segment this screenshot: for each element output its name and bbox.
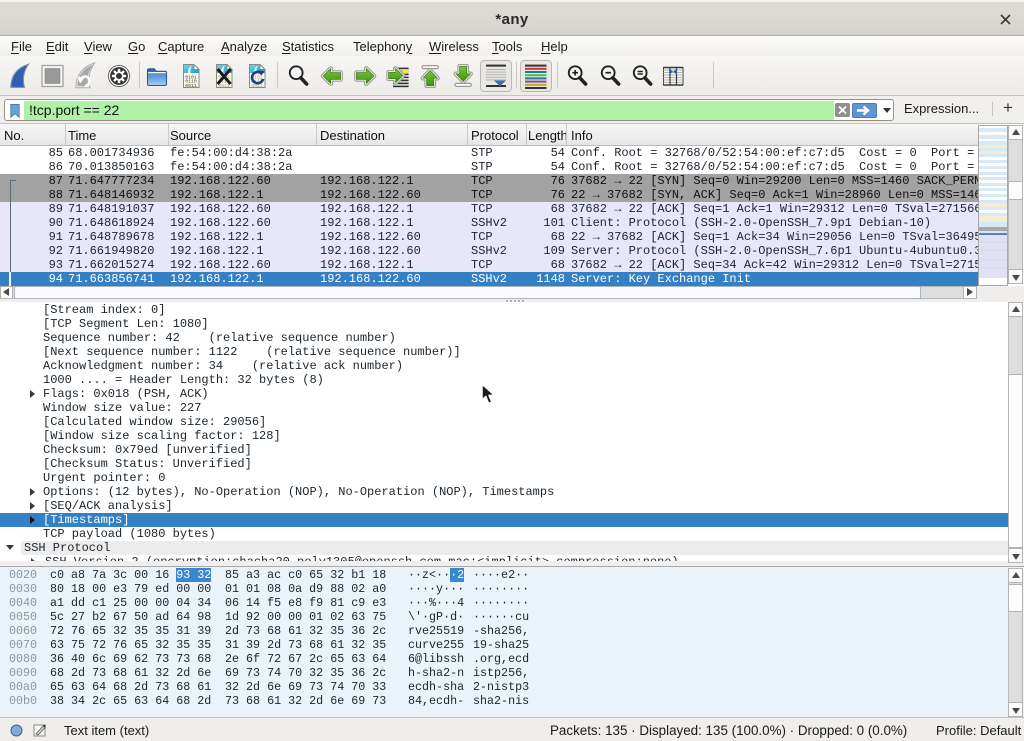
svg-text:0011: 0011 [218,83,230,89]
svg-text:0011: 0011 [185,83,197,89]
